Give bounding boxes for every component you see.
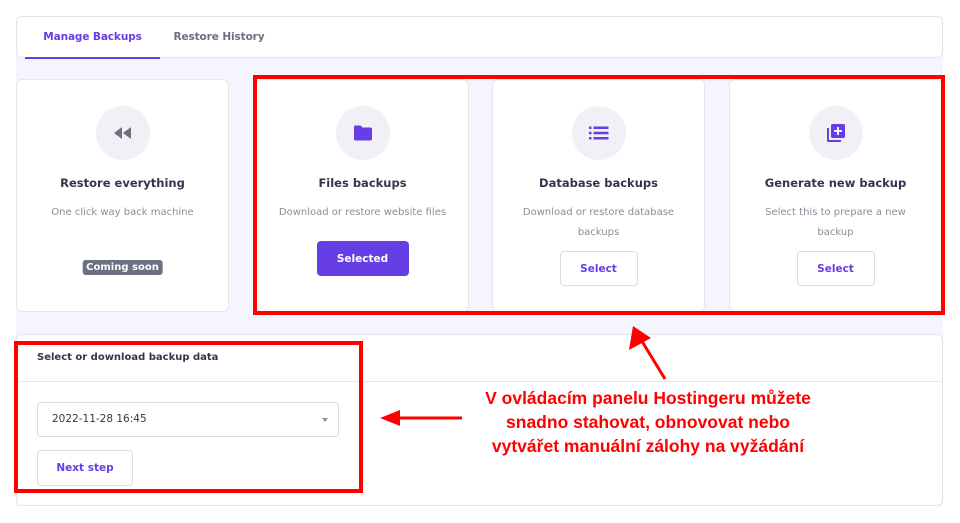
card-title: Database backups [539, 176, 658, 190]
panel-header: Select or download backup data [37, 352, 219, 363]
annotation-line: V ovládacím panelu Hostingeru můžete [485, 388, 811, 408]
selected-date-value: 2022-11-28 16:45 [52, 413, 147, 425]
backup-date-select[interactable]: 2022-11-28 16:45 [37, 402, 339, 437]
tab-manage-backups[interactable]: Manage Backups [25, 17, 160, 59]
card-description: Download or restore website files [278, 207, 447, 218]
panel-divider [17, 381, 942, 382]
card-restore-everything: Restore everything One click way back ma… [16, 79, 229, 312]
selected-button[interactable]: Selected [316, 241, 409, 276]
card-description: Download or restore database backups [522, 207, 675, 238]
select-generate-button[interactable]: Select [796, 251, 875, 286]
annotation-text: V ovládacím panelu Hostingeru můžete sna… [448, 386, 848, 458]
card-description: Select this to prepare a new backup [765, 207, 906, 238]
icon-circle [808, 106, 863, 160]
icon-circle [335, 106, 390, 160]
select-database-button[interactable]: Select [559, 251, 638, 286]
tab-bar: Manage Backups Restore History [16, 16, 943, 59]
library-add-icon [826, 124, 845, 142]
card-title: Generate new backup [764, 176, 907, 190]
rewind-icon [113, 127, 131, 139]
card-description: One click way back machine [51, 207, 194, 218]
card-title: Restore everything [60, 176, 185, 190]
list-icon [588, 126, 608, 140]
next-step-button[interactable]: Next step [37, 450, 133, 486]
icon-circle [95, 106, 150, 160]
card-files-backups[interactable]: Files backups Download or restore websit… [256, 79, 469, 312]
icon-circle [571, 106, 626, 160]
annotation-line: vytvářet manuální zálohy na vyžádání [491, 436, 805, 456]
coming-soon-badge: Coming soon [82, 260, 163, 275]
folder-icon [353, 125, 372, 141]
card-title: Files backups [318, 176, 407, 190]
card-generate-new-backup[interactable]: Generate new backup Select this to prepa… [729, 79, 942, 312]
annotation-line: snadno stahovat, obnovovat nebo [506, 412, 790, 432]
tab-restore-history[interactable]: Restore History [169, 17, 269, 58]
caret-down-icon [322, 418, 328, 422]
card-database-backups[interactable]: Database backups Download or restore dat… [492, 79, 705, 312]
